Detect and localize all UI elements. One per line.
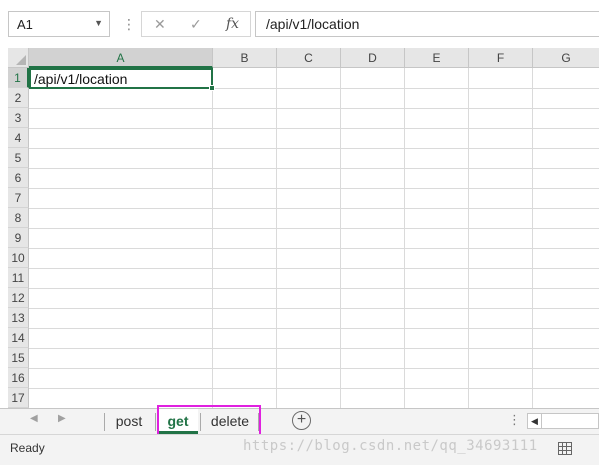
gridline (29, 388, 599, 389)
name-box-value: A1 (17, 17, 33, 32)
gridline (29, 168, 599, 169)
gridline (29, 288, 599, 289)
highlight-annotation (157, 405, 261, 437)
status-bar: Ready https://blog.csdn.net/qq_34693111 (0, 434, 599, 465)
row-header[interactable]: 13 (8, 308, 29, 328)
enter-icon[interactable]: ✓ (190, 16, 202, 33)
gridline (404, 68, 405, 408)
chevron-down-icon[interactable]: ▼ (94, 18, 103, 28)
row-header[interactable]: 8 (8, 208, 29, 228)
gridline (29, 368, 599, 369)
formula-bar: A1 ▼ ⋮ ✕ ✓ fx /api/v1/location (0, 0, 599, 44)
row-header[interactable]: 17 (8, 388, 29, 408)
formula-tools: ✕ ✓ fx (141, 11, 251, 37)
gridline (212, 68, 213, 408)
row-header[interactable]: 9 (8, 228, 29, 248)
row-header[interactable]: 12 (8, 288, 29, 308)
gridline (29, 248, 599, 249)
gridline (29, 348, 599, 349)
column-header-c[interactable]: C (277, 48, 341, 68)
column-header-f[interactable]: F (469, 48, 533, 68)
gridline (29, 308, 599, 309)
spreadsheet-grid: A B C D E F G 1 2 3 4 5 6 7 8 9 10 11 12… (0, 48, 599, 408)
gridline (29, 108, 599, 109)
watermark: https://blog.csdn.net/qq_34693111 (243, 438, 538, 454)
scroll-left-icon[interactable]: ◀ (528, 414, 542, 428)
cancel-icon[interactable]: ✕ (154, 16, 166, 33)
row-header[interactable]: 15 (8, 348, 29, 368)
gridline (29, 208, 599, 209)
row-header[interactable]: 10 (8, 248, 29, 268)
tab-divider (155, 413, 156, 431)
gridline (29, 188, 599, 189)
next-sheet-icon[interactable]: ▶ (58, 413, 66, 424)
row-header[interactable]: 5 (8, 148, 29, 168)
row-header[interactable]: 6 (8, 168, 29, 188)
gridline (29, 328, 599, 329)
sheet-tab-post[interactable]: post (106, 409, 152, 434)
row-header[interactable]: 4 (8, 128, 29, 148)
prev-sheet-icon[interactable]: ◀ (30, 413, 38, 424)
column-header-g[interactable]: G (533, 48, 599, 68)
column-header-e[interactable]: E (405, 48, 469, 68)
gridline (468, 68, 469, 408)
name-box[interactable]: A1 ▼ (8, 11, 110, 37)
select-all-button[interactable] (8, 48, 29, 68)
gridline (29, 228, 599, 229)
more-options-icon[interactable]: ⋮ (508, 412, 521, 428)
row-header[interactable]: 16 (8, 368, 29, 388)
row-header[interactable]: 1 (8, 68, 29, 88)
fill-handle[interactable] (209, 85, 215, 91)
status-text: Ready (10, 441, 45, 455)
row-header[interactable]: 7 (8, 188, 29, 208)
cell-a1[interactable]: /api/v1/location (29, 68, 215, 91)
row-header[interactable]: 14 (8, 328, 29, 348)
gridline (276, 68, 277, 408)
row-header[interactable]: 11 (8, 268, 29, 288)
tab-divider (104, 413, 105, 431)
gridline (29, 148, 599, 149)
more-options-icon[interactable]: ⋮ (122, 15, 136, 33)
column-header-d[interactable]: D (341, 48, 405, 68)
horizontal-scrollbar[interactable]: ◀ (527, 413, 599, 429)
normal-view-icon[interactable] (558, 442, 572, 455)
gridline (29, 128, 599, 129)
gridline (340, 68, 341, 408)
cell-a1-value: /api/v1/location (34, 71, 128, 87)
column-header-b[interactable]: B (213, 48, 277, 68)
gridline (532, 68, 533, 408)
gridline (29, 268, 599, 269)
add-sheet-button[interactable]: + (292, 411, 311, 430)
function-icon[interactable]: fx (226, 16, 239, 32)
row-header[interactable]: 3 (8, 108, 29, 128)
row-header[interactable]: 2 (8, 88, 29, 108)
column-header-a[interactable]: A (29, 48, 213, 68)
formula-input[interactable]: /api/v1/location (255, 11, 599, 37)
